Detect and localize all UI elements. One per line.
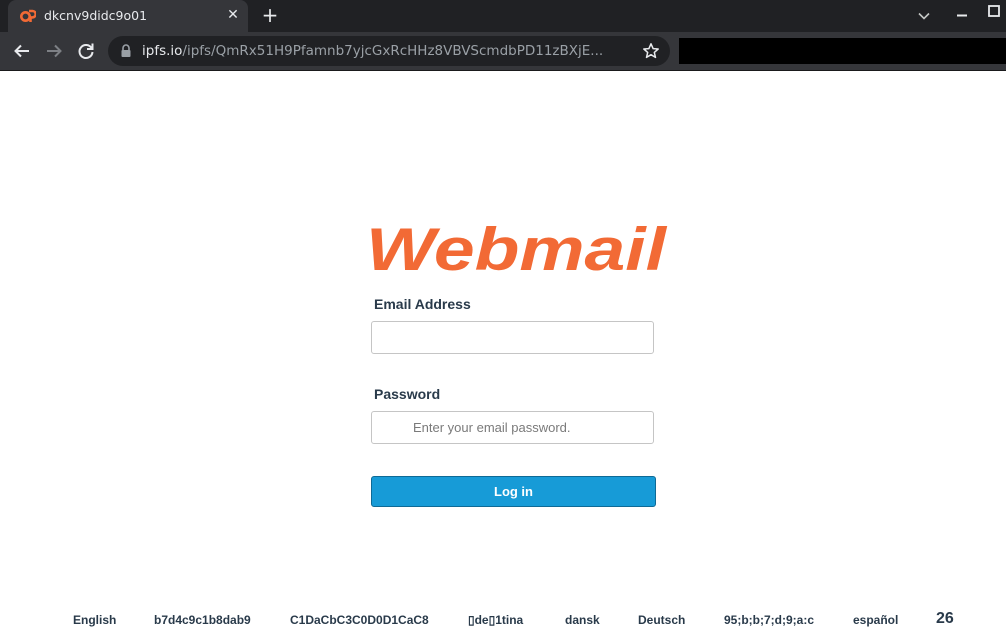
tab-title: dkcnv9didc9o01 <box>44 8 148 23</box>
url-host: ipfs.io <box>142 43 183 59</box>
browser-chrome: dkcnv9didc9o01 ✕ + ipfs.io/ipfs/QmRx51H9… <box>0 0 1006 71</box>
toolbar-divider <box>0 70 1006 71</box>
language-link[interactable]: Deutsch <box>638 613 685 627</box>
cpanel-icon <box>20 9 36 22</box>
browser-toolbar: ipfs.io/ipfs/QmRx51H9Pfamnb7yjcGxRcHHz8V… <box>0 32 1006 70</box>
language-link[interactable]: English <box>73 613 116 627</box>
bookmark-star-icon[interactable] <box>642 42 660 60</box>
email-input[interactable] <box>371 321 654 354</box>
language-link[interactable]: C1DaCbC3C0D0D1CaC8 <box>290 613 429 627</box>
language-link[interactable]: ▯de▯1tina <box>468 613 523 627</box>
language-link[interactable]: 95;b;b;7;d;9;a:c <box>724 613 814 627</box>
redacted-extension-area <box>679 38 1006 64</box>
back-arrow-icon[interactable] <box>10 39 34 63</box>
language-link[interactable]: dansk <box>565 613 600 627</box>
language-link[interactable]: b7d4c9c1b8dab9 <box>154 613 251 627</box>
browser-tab[interactable]: dkcnv9didc9o01 ✕ <box>8 0 248 32</box>
password-label: Password <box>374 386 441 402</box>
password-input[interactable] <box>371 411 654 444</box>
tab-search-chevron-icon[interactable] <box>917 9 931 23</box>
forward-arrow-icon[interactable] <box>42 39 66 63</box>
webmail-logo: Webmail <box>366 222 668 276</box>
more-languages-link[interactable]: 26 <box>936 610 954 628</box>
maximize-icon[interactable] <box>988 5 1000 17</box>
url-path: /ipfs/QmRx51H9Pfamnb7yjcGxRcHHz8VBVScmdb… <box>182 43 604 59</box>
language-link[interactable]: español <box>853 613 898 627</box>
url-text[interactable]: ipfs.io/ipfs/QmRx51H9Pfamnb7yjcGxRcHHz8V… <box>142 43 603 59</box>
minimize-icon[interactable] <box>956 9 968 21</box>
email-label: Email Address <box>374 296 471 312</box>
new-tab-button[interactable]: + <box>260 5 280 25</box>
address-bar[interactable]: ipfs.io/ipfs/QmRx51H9Pfamnb7yjcGxRcHHz8V… <box>108 36 670 66</box>
logo-text: Webmail <box>366 222 668 276</box>
tab-strip: dkcnv9didc9o01 ✕ + <box>0 0 1006 32</box>
close-tab-icon[interactable]: ✕ <box>225 7 241 23</box>
lock-icon[interactable] <box>120 44 132 58</box>
login-button[interactable]: Log in <box>371 476 656 507</box>
reload-icon[interactable] <box>74 39 98 63</box>
